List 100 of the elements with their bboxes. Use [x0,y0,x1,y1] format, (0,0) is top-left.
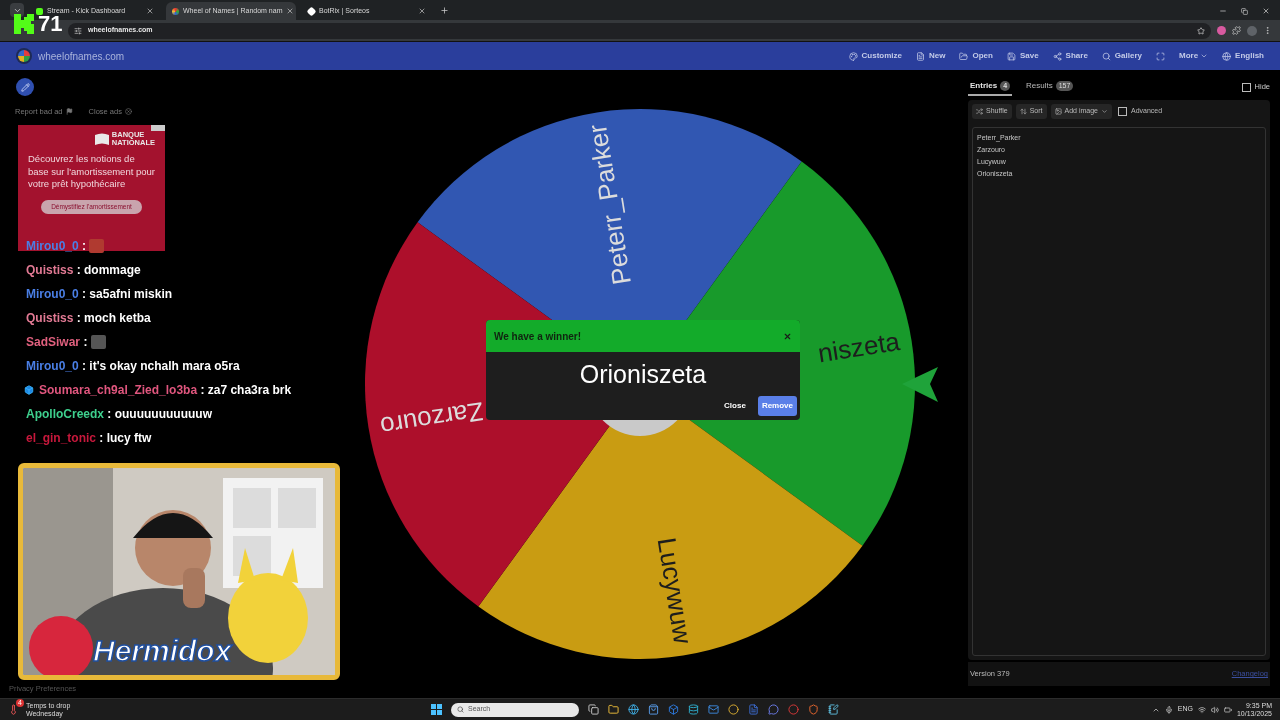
emote-icon [90,335,106,349]
chat-message: : lucy ftw [98,431,152,445]
search-icon [457,706,464,713]
chat-username: ApolloCreedx [26,407,104,421]
chat-username: Mirou0_0 [26,287,79,301]
browser-icon[interactable] [728,704,739,715]
cylinder-icon[interactable] [688,704,699,715]
chat-username: Mirou0_0 [26,359,79,373]
chat-message: : sa5afni miskin [81,287,173,301]
emote-icon [89,239,105,253]
menu-button[interactable]: New [929,50,946,62]
shuffle-icon [976,108,983,115]
folder-icon [959,51,969,61]
notepad-icon[interactable] [828,704,839,715]
viewer-count: 71 [38,14,63,34]
tab-list-button[interactable] [10,3,24,17]
menu-icon[interactable] [1263,26,1272,35]
menu-button[interactable]: Open [972,50,993,62]
minimize-icon[interactable] [1219,7,1227,15]
chat-message: : moch ketba [75,311,151,325]
chat-message: : dommage [75,263,141,277]
folder-icon[interactable] [608,704,619,715]
chat-separator: : [82,335,89,349]
task-view-icon[interactable] [588,704,599,715]
bag-icon[interactable] [648,704,659,715]
chat-message: : za7 cha3ra brk [199,383,292,397]
segment-label: Zarzouro [378,396,486,443]
flag-icon [65,108,73,116]
chat-separator: : [81,239,88,253]
segment-label: niszeta [815,325,902,369]
shield-icon[interactable] [808,704,819,715]
document-icon[interactable] [748,704,759,715]
document-icon [916,51,925,61]
favicon-icon [172,7,179,15]
bookmark-star-icon[interactable] [1197,26,1205,35]
thermometer-icon[interactable] [8,704,19,715]
checkbox[interactable] [1118,107,1127,116]
chat-username: Quistiss [26,311,74,325]
new-tab-icon[interactable] [440,6,449,15]
chevron-down-icon[interactable] [1101,108,1108,115]
globe-icon [1222,51,1232,61]
sort-icon [1019,108,1027,115]
menu-button[interactable]: Share [1065,50,1088,62]
site-name[interactable]: wheelofnames.com [38,48,125,64]
dialog-title: We have a winner! [494,329,582,344]
mail-icon[interactable] [708,704,719,715]
chat-username: Soumara_ch9al_Zied_lo3ba [39,383,198,397]
close-icon[interactable] [418,7,426,15]
chat-username: el_gin_tonic [26,431,96,445]
winner-name: Orioniszeta [579,359,707,390]
windows-logo-icon[interactable] [431,704,442,715]
site-settings-icon[interactable] [74,26,82,35]
segment-label: Peterr_Parker [581,122,637,287]
ad-text: Découvrez les notions de base sur l'amortissement pour votre prêt hypothécaire [28,153,155,191]
microphone-icon[interactable] [1164,705,1173,714]
globe-icon[interactable] [628,704,639,715]
dialog-button[interactable]: Remove [757,395,797,416]
close-icon[interactable] [783,331,792,341]
menu-button[interactable]: English [1235,50,1264,62]
chat-username: Quistiss [26,263,74,277]
battery-icon[interactable] [1223,705,1232,714]
pencil-icon [20,82,30,92]
palette-icon [848,51,858,61]
close-icon [124,108,132,116]
menu-button[interactable]: Customize [861,50,902,62]
extensions-icon[interactable] [1232,26,1241,35]
adchoices-icon[interactable] [151,125,165,132]
extension-icon[interactable] [1217,26,1226,35]
checkbox[interactable] [1241,82,1251,92]
logo-icon [14,14,34,34]
dialog-button[interactable]: Close [720,395,750,416]
chevron-down-icon [1200,52,1209,60]
fullscreen-icon[interactable] [1156,51,1165,61]
chat-icon[interactable] [768,704,779,715]
share-icon [1052,51,1062,61]
close-icon[interactable] [1262,7,1270,15]
streamer-name: Hermidox [93,633,232,669]
menu-button[interactable]: Gallery [1114,50,1142,62]
flag-logo-icon [94,133,109,146]
close-icon[interactable] [286,7,295,15]
favicon-icon [36,7,43,15]
box-icon[interactable] [668,704,679,715]
chat-username: SadSiwar [26,335,81,349]
wifi-icon[interactable] [1197,705,1206,714]
pointer-icon [902,367,938,402]
speaker-icon[interactable] [1210,705,1219,714]
edit-button[interactable] [16,78,34,96]
segment-label: Lucywuw [651,535,699,646]
search-icon [1101,51,1111,61]
menu-dropdown[interactable]: More [1179,50,1199,62]
chat-username: Mirou0_0 [26,239,79,253]
menu-button[interactable]: Save [1019,50,1039,62]
chat-message: : ouuuuuuuuuuuw [106,407,212,421]
wheel-logo-icon[interactable] [16,48,32,64]
image-icon [1054,108,1062,115]
favicon-icon [306,6,317,16]
chat-message: : it's okay nchalh mara o5ra [81,359,240,373]
close-icon[interactable] [146,7,154,15]
restore-icon[interactable] [1241,7,1248,15]
record-icon[interactable] [788,704,799,715]
